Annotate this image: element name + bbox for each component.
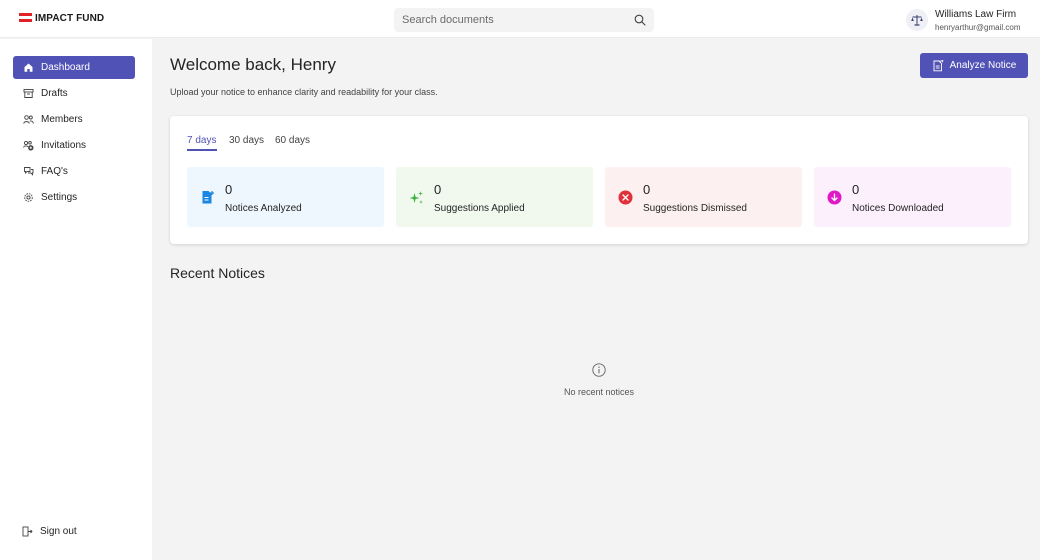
stat-notices-downloaded: 0 Notices Downloaded [814,167,1011,227]
stat-value: 0 [852,182,860,197]
people-invite-icon [23,140,34,151]
recent-notices-heading: Recent Notices [170,265,265,281]
stat-label: Notices Downloaded [852,203,944,214]
page-title: Welcome back, Henry [170,55,336,74]
stat-notices-analyzed: 0 Notices Analyzed [187,167,384,227]
stat-value: 0 [643,182,651,197]
org-email: henryarthur@gmail.com [935,23,1021,32]
sidebar-item-label: Members [41,114,83,125]
stat-suggestions-applied: 0 Suggestions Applied [396,167,593,227]
sign-out-icon [22,526,33,537]
sidebar-item-settings[interactable]: Settings [13,186,135,209]
stat-label: Suggestions Applied [434,203,525,214]
brand-logo[interactable]: IMPACT FUND [19,13,104,24]
sidebar: Dashboard Drafts Members Invitations FAQ… [0,39,152,560]
sparkle-icon [409,190,424,205]
sidebar-item-label: FAQ's [41,166,68,177]
sign-out-label: Sign out [40,526,77,537]
stat-label: Suggestions Dismissed [643,203,747,214]
search-bar [394,8,654,32]
analyze-notice-button[interactable]: Analyze Notice [920,53,1028,78]
sidebar-item-members[interactable]: Members [13,108,135,131]
search-input[interactable] [394,8,626,32]
chat-question-icon [23,166,34,177]
sidebar-item-drafts[interactable]: Drafts [13,82,135,105]
scales-icon [911,15,923,26]
tab-60-days[interactable]: 60 days [275,135,310,146]
empty-state-text: No recent notices [563,387,635,397]
sidebar-item-faqs[interactable]: FAQ's [13,160,135,183]
tab-7-days[interactable]: 7 days [187,135,216,146]
org-avatar[interactable] [906,9,928,31]
download-circle-icon [827,190,842,205]
sidebar-item-label: Settings [41,192,78,203]
archive-icon [23,88,34,99]
org-name: Williams Law Firm [935,9,1017,20]
sidebar-item-label: Dashboard [41,62,90,73]
top-header: IMPACT FUND Williams Law Firm henryarthu… [0,0,1040,38]
sidebar-item-dashboard[interactable]: Dashboard [13,56,135,79]
logo-stripes-icon [19,13,32,24]
gear-icon [23,192,34,203]
people-icon [23,114,34,125]
active-tab-indicator [187,149,217,151]
analyze-notice-label: Analyze Notice [949,60,1017,71]
search-icon[interactable] [634,14,646,26]
logo-text: IMPACT FUND [35,13,105,24]
dismiss-circle-icon [618,190,633,205]
sidebar-item-label: Drafts [41,88,68,99]
sign-out-button[interactable]: Sign out [22,526,77,537]
stat-value: 0 [434,182,442,197]
sidebar-item-label: Invitations [41,140,87,151]
tab-30-days[interactable]: 30 days [229,135,264,146]
stat-suggestions-dismissed: 0 Suggestions Dismissed [605,167,802,227]
stat-label: Notices Analyzed [225,203,302,214]
stats-card: 7 days 30 days 60 days 0 Notices Analyze… [170,116,1028,244]
home-icon [23,62,34,73]
page-subtitle: Upload your notice to enhance clarity an… [170,87,438,97]
sidebar-item-invitations[interactable]: Invitations [13,134,135,157]
info-icon [592,363,606,377]
document-edit-icon [933,59,944,71]
document-add-icon [200,190,215,205]
stat-value: 0 [225,182,233,197]
